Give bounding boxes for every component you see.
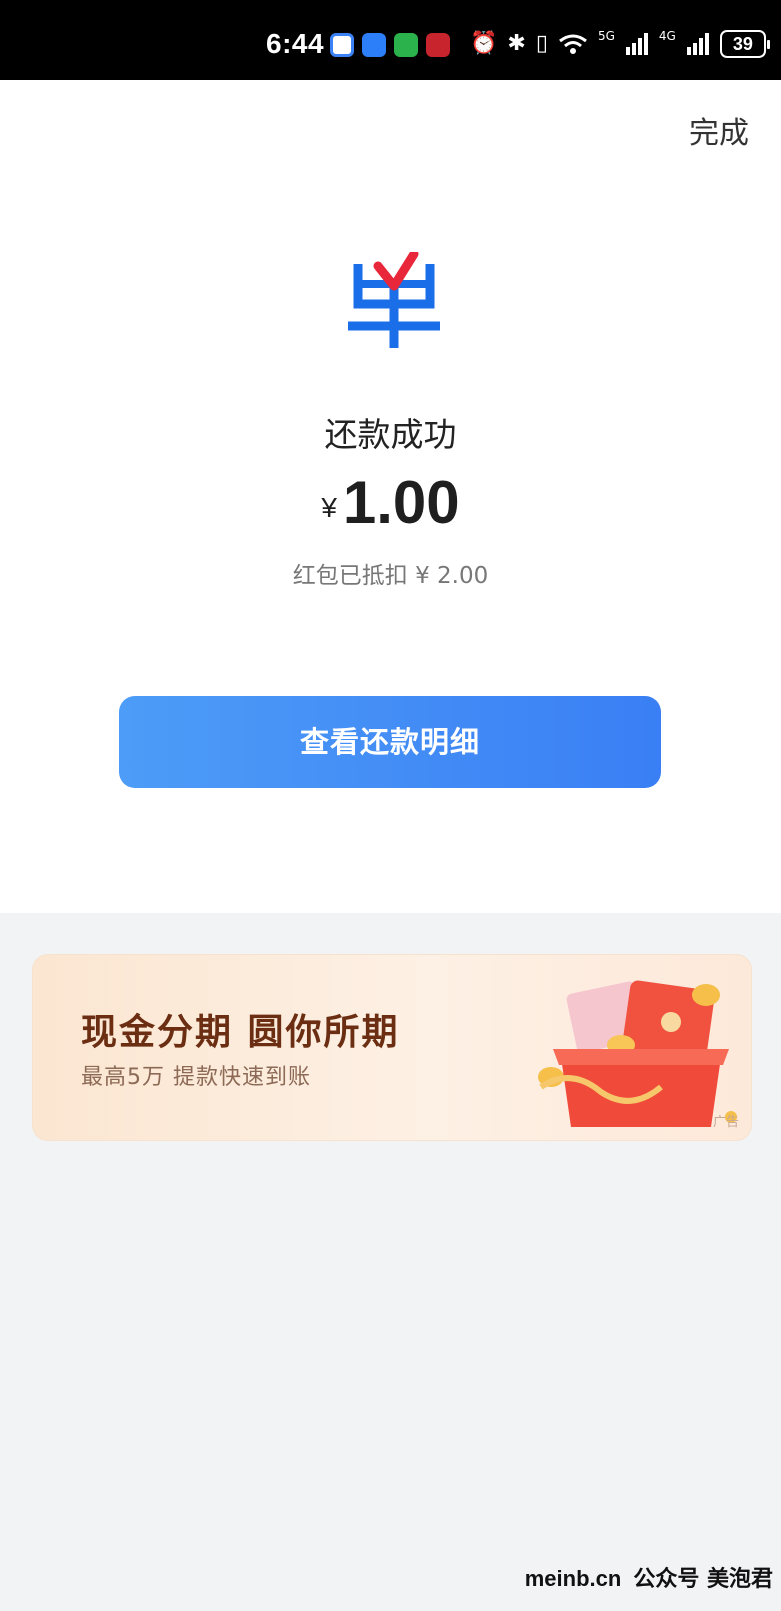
- notification-icons: [330, 33, 450, 57]
- network-4g-label: 4G: [658, 29, 676, 43]
- amount-currency: ¥: [321, 492, 337, 523]
- red-packet-discount: 红包已抵扣 ¥ 2.00: [292, 563, 489, 589]
- watermark: meinb.cn 公众号 美泡君: [525, 1561, 773, 1593]
- wifi-icon: [559, 34, 587, 54]
- ad-tag: 广告: [712, 1115, 739, 1130]
- app-logo-icon: [348, 252, 440, 348]
- result-title: 还款成功: [324, 415, 457, 454]
- bank-app-icon: [426, 33, 450, 57]
- result-card: 完成 还款成功 ¥1.00 红包已抵扣 ¥ 2.00 查看还款明细: [0, 80, 781, 913]
- watermark-account: 公众号 美泡君: [633, 1567, 773, 1592]
- camera-app-icon: [330, 33, 354, 57]
- ad-title: 现金分期 圆你所期: [81, 1012, 400, 1053]
- status-time: 6:44: [266, 28, 325, 59]
- bluetooth-icon: ✱: [507, 31, 526, 56]
- amount-value: 1.00: [342, 469, 460, 536]
- network-5g-label: 5G: [597, 29, 615, 43]
- gift-box-illustration-icon: [538, 980, 737, 1127]
- wechat-icon: [394, 33, 418, 57]
- signal-icon: [686, 33, 709, 55]
- amount-row: ¥1.00: [0, 468, 781, 537]
- ad-banner[interactable]: 现金分期 圆你所期 最高5万 提款快速到账 广告: [32, 954, 752, 1141]
- vibrate-icon: ▯: [535, 31, 548, 56]
- done-button[interactable]: 完成: [689, 108, 749, 152]
- signal-icon: [625, 33, 648, 55]
- battery-indicator: 39: [719, 30, 770, 58]
- system-icons: ⏰ ✱ ▯ 5G 4G 39: [470, 29, 770, 58]
- map-app-icon: [362, 33, 386, 57]
- ad-subtitle: 最高5万 提款快速到账: [81, 1065, 311, 1090]
- alarm-icon: ⏰: [470, 31, 498, 56]
- watermark-site: meinb.cn: [524, 1566, 622, 1591]
- view-repayment-details-button[interactable]: 查看还款明细: [119, 696, 661, 788]
- status-bar: 6:44 ⏰ ✱ ▯ 5G 4G 39: [0, 0, 781, 80]
